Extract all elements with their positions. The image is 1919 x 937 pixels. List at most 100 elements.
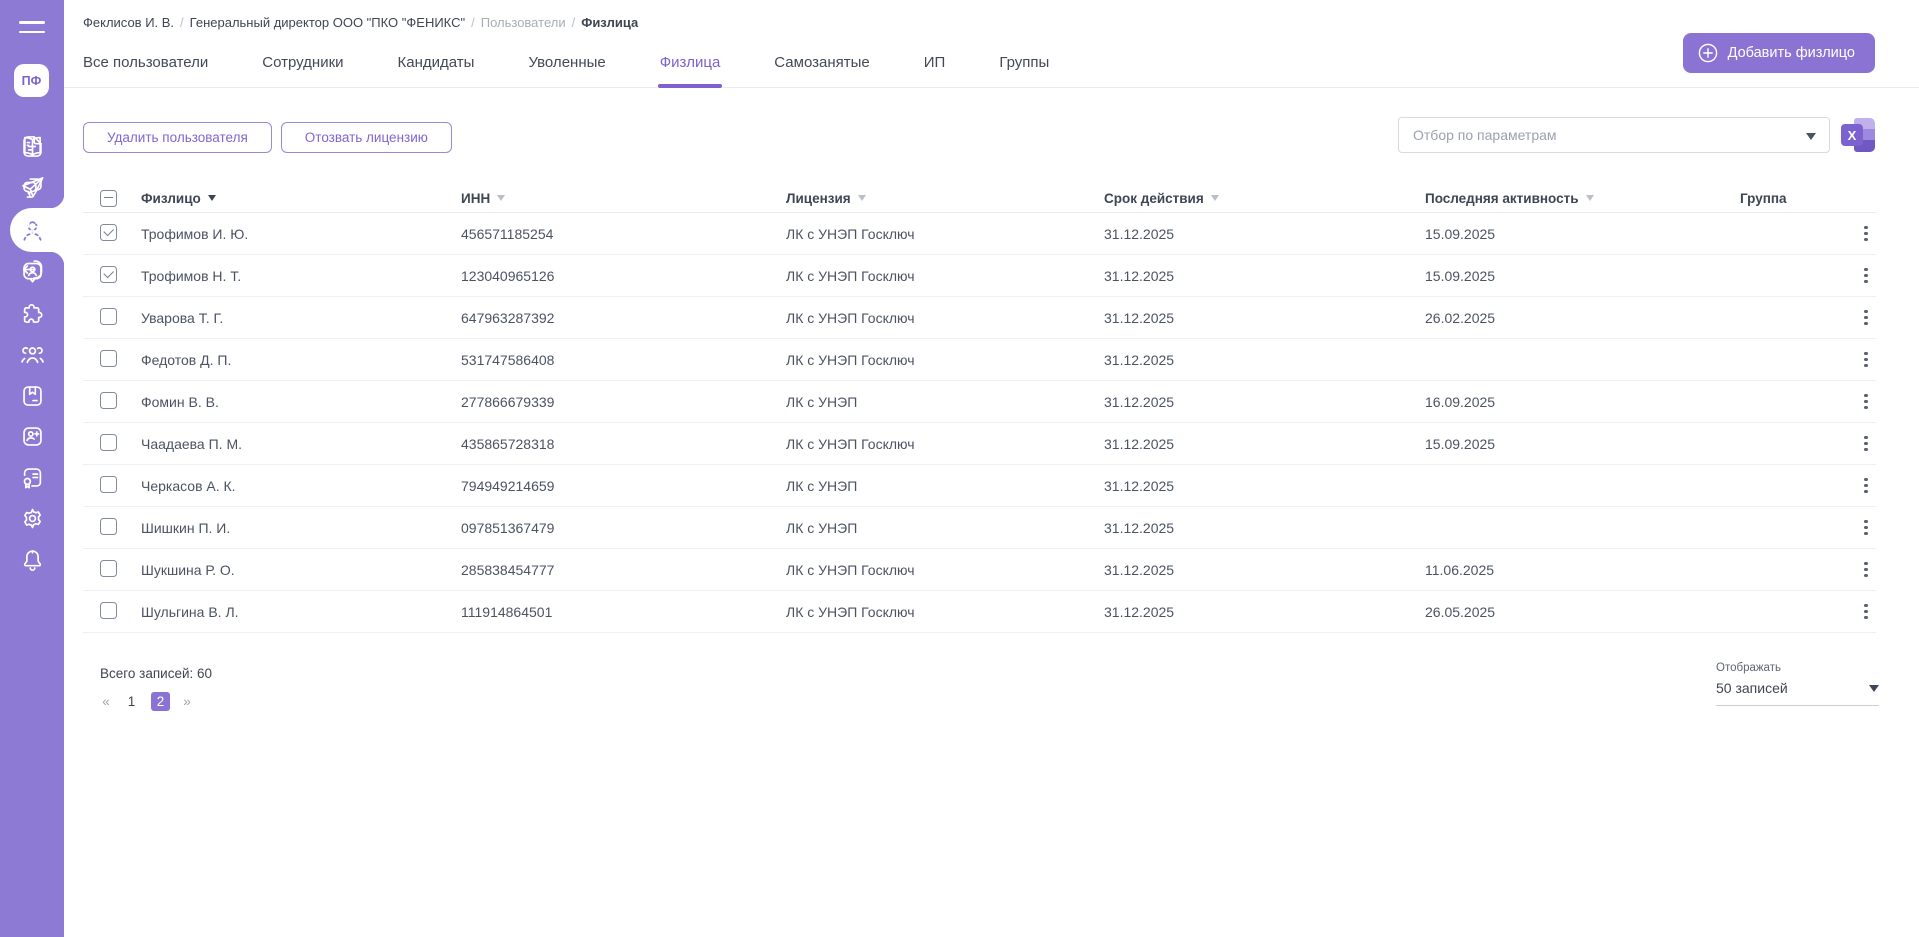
menu-icon[interactable] [19, 16, 45, 38]
table-row: Шульгина В. Л. 111914864501 ЛК с УНЭП Го… [83, 591, 1876, 633]
row-checkbox[interactable] [100, 517, 117, 535]
cell-valid-until: 31.12.2025 [1104, 393, 1175, 410]
tab-ip[interactable]: ИП [924, 54, 946, 87]
cell-inn: 794949214659 [461, 477, 555, 494]
cell-name: Черкасов А. К. [141, 477, 236, 494]
sidebar-item-docs-help[interactable] [0, 126, 64, 167]
row-checkbox[interactable] [100, 307, 117, 325]
cell-name: Шишкин П. И. [141, 519, 231, 536]
cell-last-activity: 11.06.2025 [1425, 561, 1495, 578]
row-menu-button[interactable] [1858, 432, 1873, 455]
cell-valid-until: 31.12.2025 [1104, 309, 1175, 326]
sidebar-item-support[interactable] [0, 167, 64, 208]
toolbar: Удалить пользователя Отозвать лицензию [83, 122, 452, 153]
cell-last-activity: 26.05.2025 [1425, 603, 1496, 620]
row-checkbox[interactable] [100, 433, 117, 451]
cell-license: ЛК с УНЭП Госключ [786, 309, 915, 326]
cell-license: ЛК с УНЭП Госключ [786, 603, 915, 620]
cell-inn: 123040965126 [461, 267, 555, 284]
row-menu-button[interactable] [1858, 558, 1873, 581]
cell-name: Федотов Д. П. [141, 351, 232, 368]
row-menu-button[interactable] [1858, 474, 1873, 497]
column-header-license[interactable]: Лицензия [786, 191, 1104, 206]
cell-last-activity: 15.09.2025 [1425, 225, 1496, 242]
cell-license: ЛК с УНЭП Госключ [786, 561, 915, 578]
row-checkbox[interactable] [100, 349, 117, 367]
gear-icon [23, 508, 41, 529]
cell-valid-until: 31.12.2025 [1104, 351, 1175, 368]
page-button-1[interactable]: 1 [123, 692, 140, 711]
logout-icon [22, 260, 42, 279]
row-checkbox[interactable] [100, 475, 117, 493]
row-checkbox[interactable] [100, 391, 117, 409]
tab-candidates[interactable]: Кандидаты [398, 54, 475, 87]
tab-groups[interactable]: Группы [999, 54, 1049, 87]
cell-inn: 111914864501 [461, 603, 553, 620]
breadcrumb-user[interactable]: Феклисов И. В. [83, 15, 174, 30]
cell-inn: 285838454777 [461, 561, 555, 578]
filter-placeholder: Отбор по параметрам [1413, 127, 1557, 143]
row-menu-button[interactable] [1858, 264, 1873, 287]
row-menu-button[interactable] [1858, 306, 1873, 329]
column-header-last-activity[interactable]: Последняя активность [1425, 191, 1740, 206]
tab-individuals[interactable]: Физлица [657, 54, 722, 88]
row-menu-button[interactable] [1858, 390, 1873, 413]
table-row: Федотов Д. П. 531747586408 ЛК с УНЭП Гос… [83, 339, 1876, 381]
page-size-value: 50 записей [1716, 680, 1788, 696]
users-table: Физлицо ИНН Лицензия Срок действия После… [83, 184, 1876, 633]
delete-user-button[interactable]: Удалить пользователя [83, 122, 272, 153]
total-records-label: Всего записей: 60 [100, 666, 213, 681]
column-header-inn[interactable]: ИНН [461, 191, 786, 206]
book-icon [23, 136, 41, 156]
tab-dismissed[interactable]: Уволенные [528, 54, 605, 87]
row-checkbox[interactable] [100, 265, 117, 283]
chevron-down-icon[interactable] [1806, 133, 1816, 140]
breadcrumb-users[interactable]: Пользователи [481, 15, 566, 30]
sort-arrow-icon [207, 195, 216, 201]
cell-last-activity: 15.09.2025 [1425, 435, 1496, 452]
person-add-icon [22, 427, 42, 446]
cell-name: Трофимов Н. Т. [141, 267, 242, 284]
row-menu-button[interactable] [1858, 516, 1873, 539]
page-size-label: Отображать [1716, 662, 1781, 674]
next-page-button[interactable]: » [181, 694, 193, 709]
sort-arrow-icon [497, 195, 506, 201]
revoke-license-button[interactable]: Отозвать лицензию [280, 122, 452, 153]
filter-input[interactable]: Отбор по параметрам [1398, 117, 1830, 153]
excel-export-button[interactable]: X [1840, 118, 1876, 152]
cell-license: ЛК с УНЭП [786, 393, 858, 410]
column-header-valid-until[interactable]: Срок действия [1104, 191, 1425, 206]
cell-license: ЛК с УНЭП Госключ [786, 267, 915, 284]
table-row: Черкасов А. К. 794949214659 ЛК с УНЭП 31… [83, 465, 1876, 507]
page-button-2[interactable]: 2 [151, 692, 170, 711]
row-menu-button[interactable] [1858, 600, 1873, 623]
row-menu-button[interactable] [1858, 348, 1873, 371]
tab-employees[interactable]: Сотрудники [262, 54, 343, 87]
cell-inn: 097851367479 [461, 519, 555, 536]
bell-icon [23, 550, 41, 572]
cell-license: ЛК с УНЭП [786, 477, 858, 494]
breadcrumb-role[interactable]: Генеральный директор ООО "ПКО "ФЕНИКС" [190, 15, 465, 30]
row-checkbox[interactable] [100, 223, 117, 241]
cell-inn: 456571185254 [461, 225, 554, 242]
column-header-name[interactable]: Физлицо [141, 191, 461, 206]
row-checkbox[interactable] [100, 601, 117, 619]
table-body: Трофимов И. Ю. 456571185254 ЛК с УНЭП Го… [83, 213, 1876, 633]
cell-last-activity: 16.09.2025 [1425, 393, 1496, 410]
tab-all-users[interactable]: Все пользователи [83, 54, 208, 87]
select-all-checkbox[interactable] [100, 189, 117, 207]
row-menu-button[interactable] [1858, 222, 1873, 245]
cell-inn: 647963287392 [461, 309, 555, 326]
add-individual-button[interactable]: Добавить физлицо [1682, 33, 1875, 73]
prev-page-button[interactable]: « [100, 694, 112, 709]
certificate-icon [23, 468, 41, 489]
cell-name: Уварова Т. Г. [141, 309, 224, 326]
table-row: Шукшина Р. О. 285838454777 ЛК с УНЭП Гос… [83, 549, 1876, 591]
puzzle-icon [23, 303, 43, 323]
cell-inn: 435865728318 [461, 435, 555, 452]
tab-self-employed[interactable]: Самозанятые [774, 54, 869, 87]
page-size-select[interactable]: Отображать 50 записей [1716, 662, 1879, 706]
sort-arrow-icon [857, 195, 866, 201]
cell-valid-until: 31.12.2025 [1104, 435, 1175, 452]
row-checkbox[interactable] [100, 559, 117, 577]
